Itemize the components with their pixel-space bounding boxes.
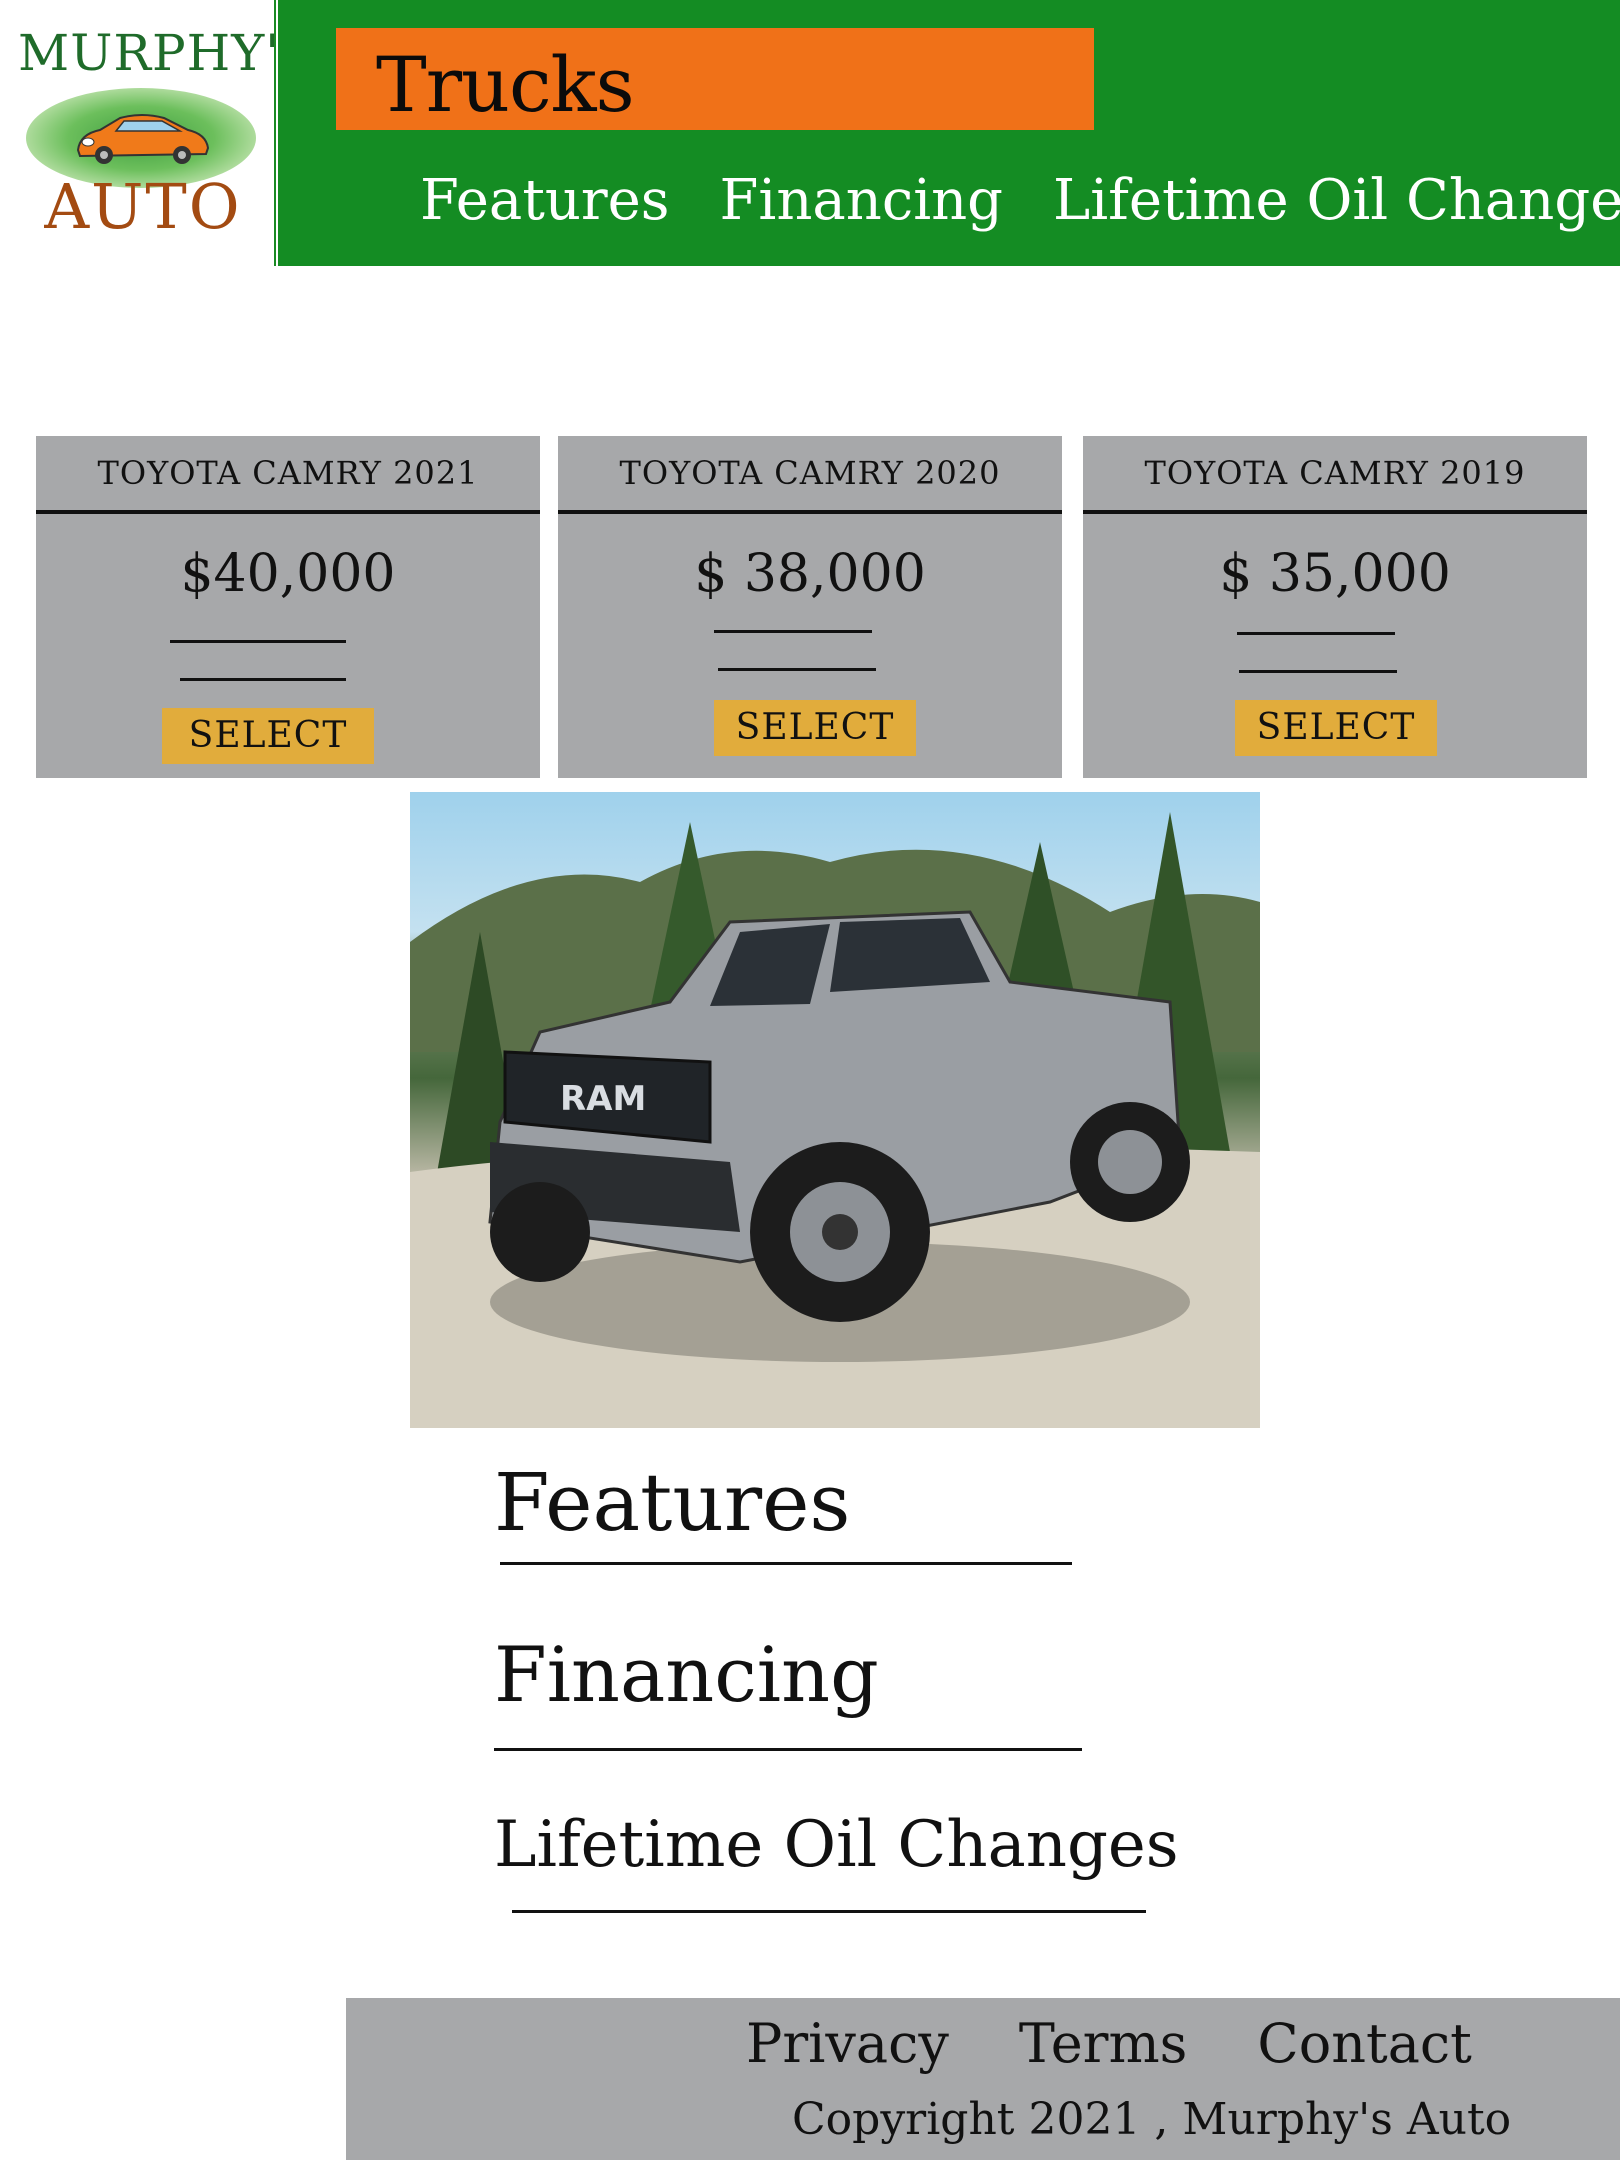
nav-lifetime-oil-changes[interactable]: Lifetime Oil Changes (1053, 168, 1620, 233)
logo[interactable]: MURPHY'S AUTO (0, 0, 316, 266)
feature-divider (500, 1562, 1072, 1565)
vehicle-card: TOYOTA CAMRY 2021 $40,000 SELECT (36, 436, 540, 778)
footer-link-contact[interactable]: Contact (1257, 2012, 1471, 2075)
card-title: TOYOTA CAMRY 2021 (97, 454, 479, 492)
nav-features[interactable]: Features (420, 168, 670, 233)
footer-link-privacy[interactable]: Privacy (746, 2012, 949, 2075)
page-title-box: Trucks (336, 28, 1094, 130)
feature-heading-lifetime-oil-changes[interactable]: Lifetime Oil Changes (494, 1808, 1179, 1882)
card-price: $ 38,000 (694, 544, 926, 604)
svg-text:RAM: RAM (560, 1079, 646, 1119)
logo-top-text: MURPHY'S (18, 24, 316, 82)
card-detail-line (718, 668, 876, 671)
card-title: TOYOTA CAMRY 2020 (619, 454, 1001, 492)
footer-links: Privacy Terms Contact (746, 2012, 1472, 2075)
main-nav: Features Financing Lifetime Oil Changes (420, 168, 1620, 233)
card-divider (36, 510, 540, 514)
vehicle-card: TOYOTA CAMRY 2019 $ 35,000 SELECT (1083, 436, 1587, 778)
select-button[interactable]: SELECT (714, 700, 916, 756)
card-price: $ 35,000 (1219, 544, 1451, 604)
feature-divider (494, 1748, 1082, 1751)
vehicle-card: TOYOTA CAMRY 2020 $ 38,000 SELECT (558, 436, 1062, 778)
card-detail-line (1239, 670, 1397, 673)
nav-financing[interactable]: Financing (720, 168, 1003, 233)
logo-bottom-text: AUTO (44, 170, 242, 243)
car-icon (76, 114, 210, 164)
copyright-text: Copyright 2021 , Murphy's Auto (792, 2094, 1512, 2145)
feature-heading-financing[interactable]: Financing (494, 1630, 879, 1719)
card-detail-line (714, 630, 872, 633)
feature-heading-features[interactable]: Features (494, 1456, 850, 1549)
select-button[interactable]: SELECT (1235, 700, 1437, 756)
card-divider (1083, 510, 1587, 514)
footer: Privacy Terms Contact Copyright 2021 , M… (346, 1998, 1620, 2160)
footer-link-terms[interactable]: Terms (1019, 2012, 1188, 2075)
card-price: $40,000 (180, 544, 396, 604)
card-detail-line (1237, 632, 1395, 635)
card-divider (558, 510, 1062, 514)
card-title: TOYOTA CAMRY 2019 (1144, 454, 1526, 492)
card-detail-line (170, 640, 346, 643)
select-button[interactable]: SELECT (162, 708, 374, 764)
page-title: Trucks (376, 40, 635, 129)
feature-divider (512, 1910, 1146, 1913)
card-detail-line (180, 678, 346, 681)
truck-photo: RAM (410, 792, 1260, 1428)
pickup-truck-icon: RAM (410, 812, 1260, 1428)
